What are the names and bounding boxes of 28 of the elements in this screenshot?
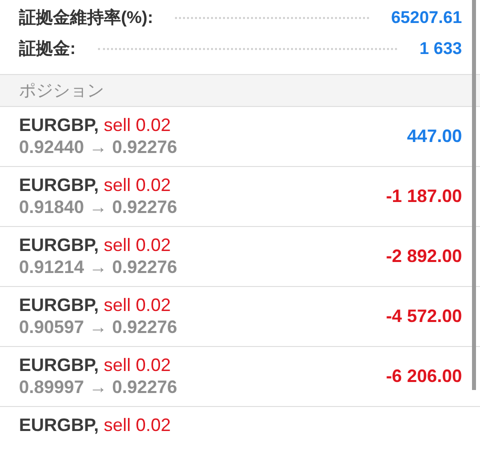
symbol-label: EURGBP, — [19, 355, 99, 375]
price-range: 0.89997 → 0.92276 — [19, 377, 178, 398]
symbol-label: EURGBP, — [19, 295, 99, 315]
symbol-label: EURGBP, — [19, 175, 99, 195]
price-range: 0.92440 → 0.92276 — [19, 137, 178, 158]
symbol-label: EURGBP, — [19, 115, 99, 135]
profit-value: -4 572.00 — [386, 306, 462, 327]
order-label: sell 0.02 — [104, 235, 171, 255]
price-range: 0.90597 → 0.92276 — [19, 317, 178, 338]
profit-value: -1 187.00 — [386, 186, 462, 207]
symbol-label: EURGBP, — [19, 235, 99, 255]
order-label: sell 0.02 — [104, 415, 171, 435]
price-range: 0.91840 → 0.92276 — [19, 197, 178, 218]
symbol-label: EURGBP, — [19, 415, 99, 435]
summary-value: 65207.61 — [391, 8, 462, 28]
summary-label: 証拠金維持率(%): — [19, 7, 154, 29]
scrollbar[interactable] — [472, 0, 476, 390]
profit-value: 447.00 — [406, 126, 462, 147]
profit-value: -2 892.00 — [386, 246, 462, 267]
section-title: ポジション — [19, 80, 104, 102]
order-label: sell 0.02 — [104, 115, 171, 135]
order-label: sell 0.02 — [104, 355, 171, 375]
price-range: 0.91214 → 0.92276 — [19, 257, 178, 278]
summary-value: 1 633 — [419, 38, 462, 58]
order-label: sell 0.02 — [104, 295, 171, 315]
profit-value: -6 206.00 — [386, 366, 462, 387]
order-label: sell 0.02 — [104, 175, 171, 195]
summary-label: 証拠金: — [19, 38, 76, 60]
